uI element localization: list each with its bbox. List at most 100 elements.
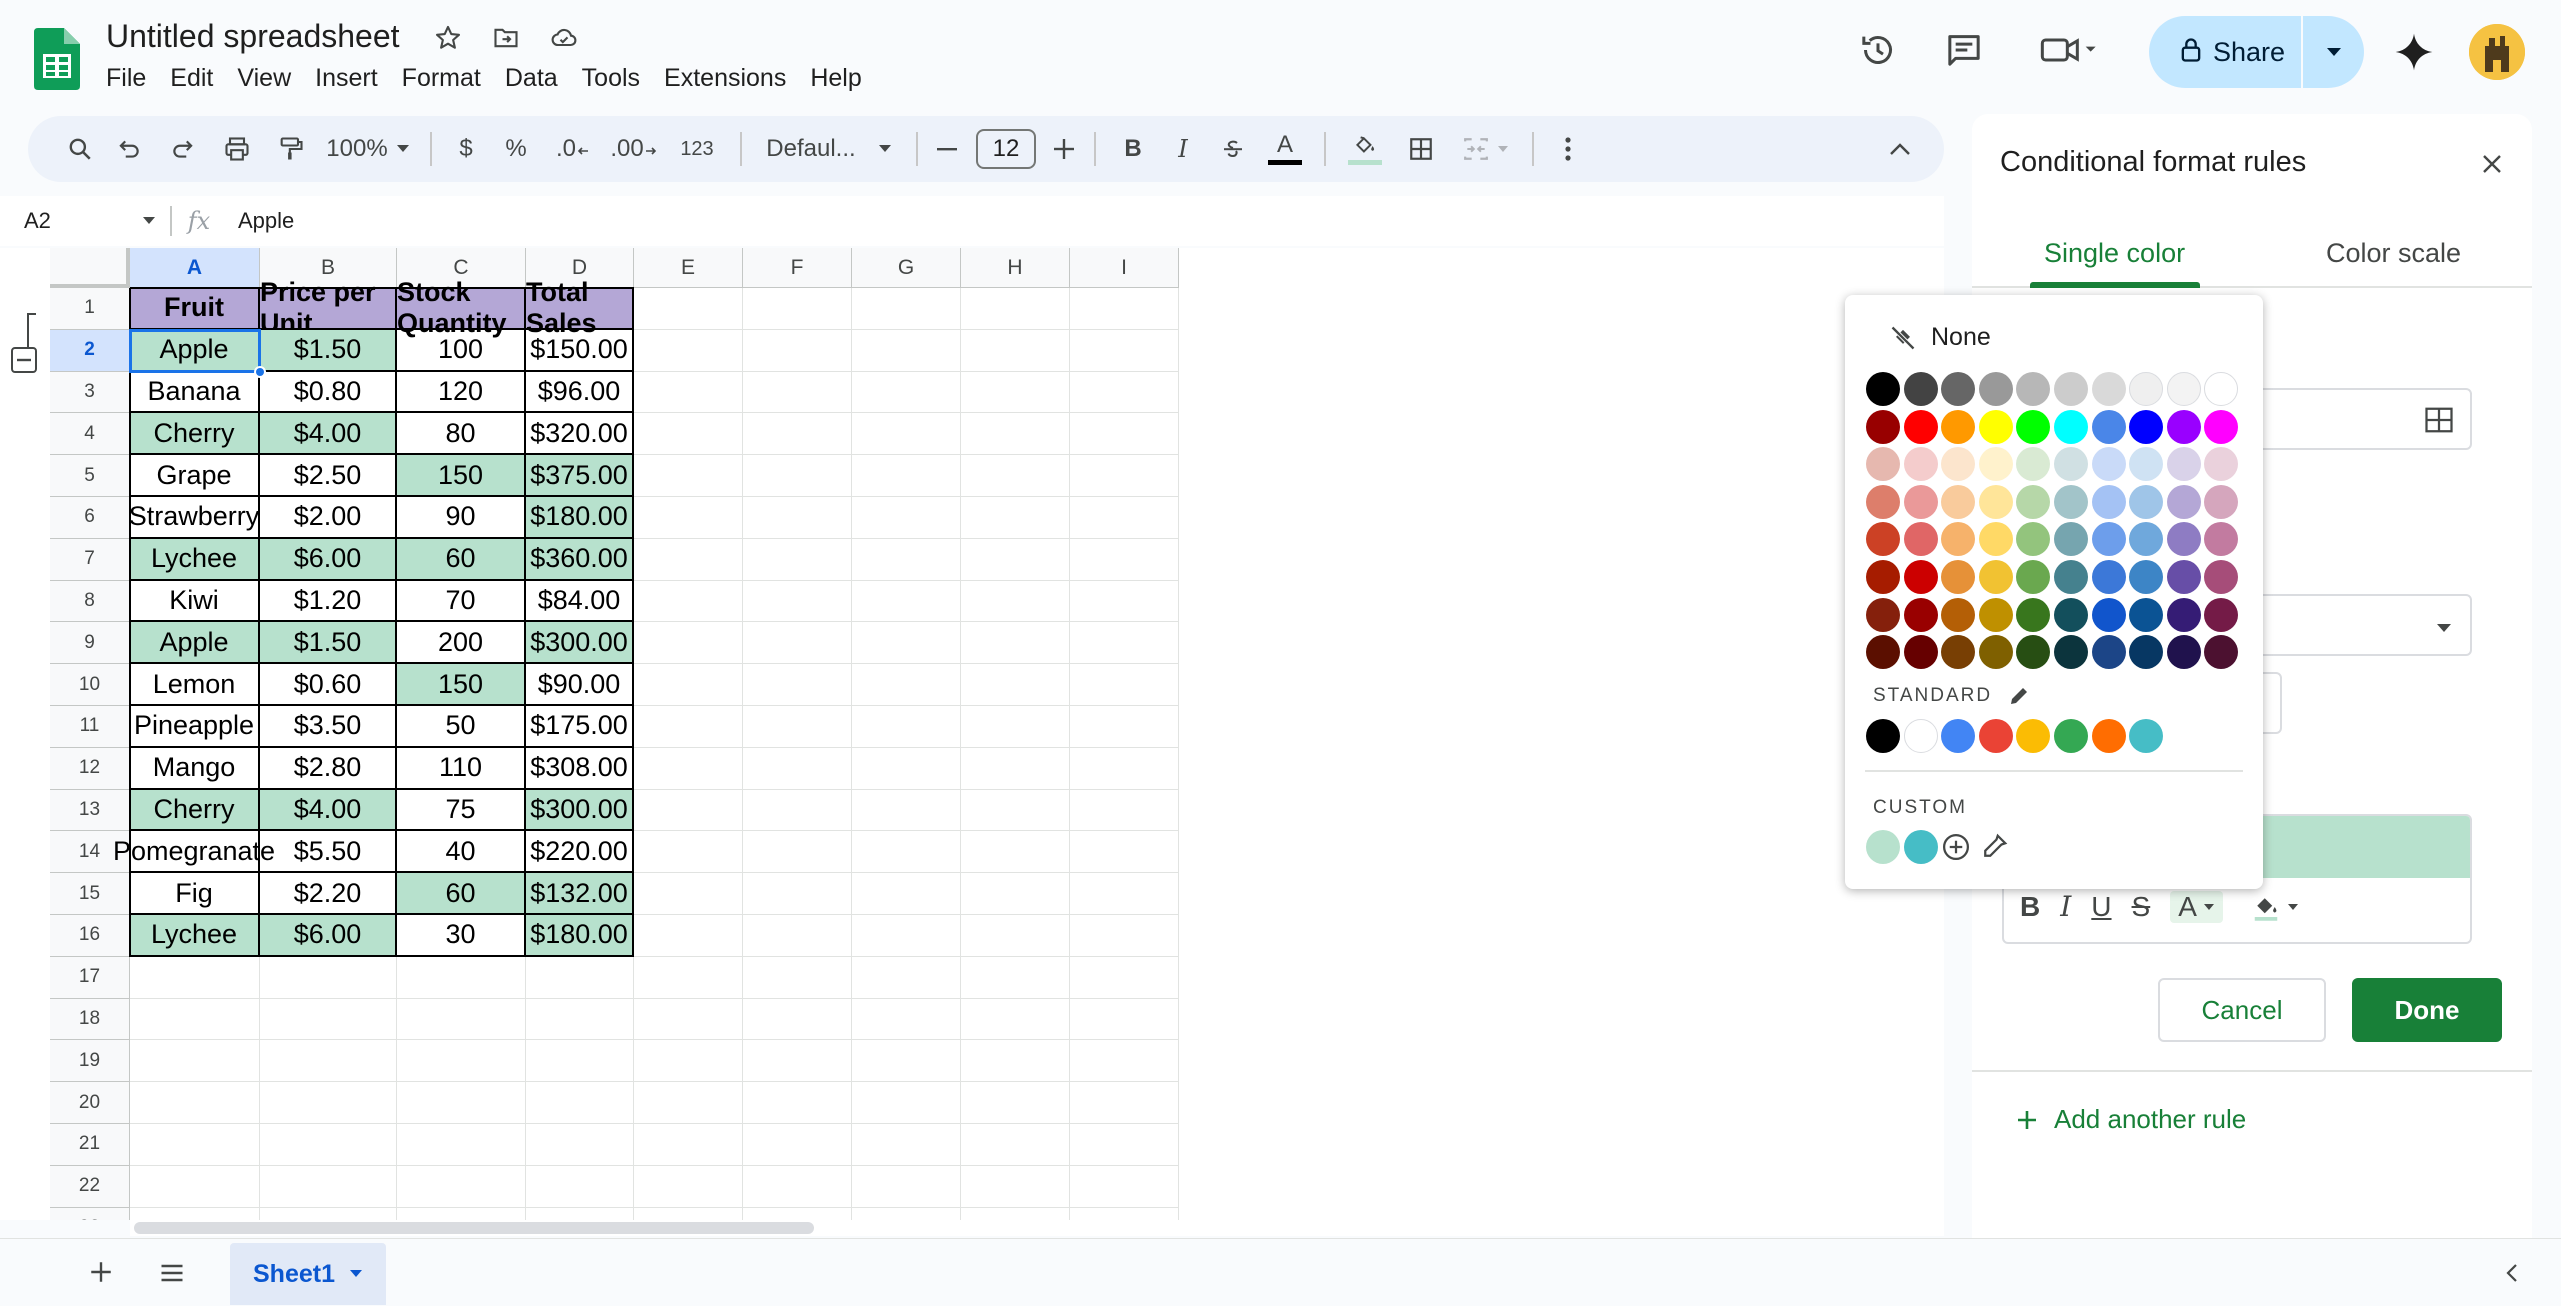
empty-cell[interactable] <box>1070 873 1179 915</box>
row-header[interactable]: 3 <box>50 371 130 414</box>
table-cell[interactable]: $3.50 <box>260 706 397 748</box>
format-currency-button[interactable]: $ <box>444 127 488 171</box>
table-cell[interactable]: $132.00 <box>526 873 634 915</box>
empty-cell[interactable] <box>1070 288 1179 330</box>
empty-cell[interactable] <box>1070 622 1179 665</box>
color-swatch[interactable] <box>1941 522 1976 557</box>
empty-cell[interactable] <box>852 998 961 1041</box>
sheet-tab-sheet1[interactable]: Sheet1 <box>230 1243 386 1305</box>
empty-cell[interactable] <box>961 580 1070 623</box>
empty-cell[interactable] <box>852 956 961 999</box>
empty-cell[interactable] <box>743 1040 852 1083</box>
table-header-cell[interactable]: Fruit <box>130 288 260 330</box>
table-cell[interactable]: Cherry <box>130 413 260 456</box>
color-swatch[interactable] <box>2091 597 2126 632</box>
empty-cell[interactable] <box>260 998 397 1041</box>
increase-font-size-icon[interactable] <box>1046 127 1082 171</box>
empty-cell[interactable] <box>634 831 743 874</box>
color-swatch[interactable] <box>2129 484 2164 519</box>
merge-cells-icon[interactable] <box>1450 127 1520 171</box>
empty-cell[interactable] <box>852 622 961 665</box>
empty-cell[interactable] <box>961 1082 1070 1124</box>
table-cell[interactable]: $5.50 <box>260 831 397 874</box>
tab-color-scale[interactable]: Color scale <box>2326 238 2461 269</box>
row-header[interactable]: 17 <box>50 956 130 999</box>
color-swatch[interactable] <box>2091 372 2126 406</box>
empty-cell[interactable] <box>743 622 852 665</box>
edit-pencil-icon[interactable] <box>2008 685 2030 707</box>
star-icon[interactable] <box>430 20 466 56</box>
font-size-input[interactable]: 12 <box>976 129 1036 169</box>
empty-cell[interactable] <box>634 329 743 372</box>
table-cell[interactable]: $175.00 <box>526 706 634 748</box>
empty-cell[interactable] <box>961 455 1070 497</box>
empty-cell[interactable] <box>634 288 743 330</box>
table-cell[interactable]: 100 <box>397 329 526 372</box>
empty-cell[interactable] <box>852 329 961 372</box>
empty-cell[interactable] <box>743 538 852 581</box>
empty-cell[interactable] <box>743 413 852 456</box>
table-cell[interactable]: $300.00 <box>526 622 634 665</box>
empty-cell[interactable] <box>260 1124 397 1166</box>
column-header-g[interactable]: G <box>852 248 961 288</box>
empty-cell[interactable] <box>961 789 1070 832</box>
empty-cell[interactable] <box>260 956 397 999</box>
empty-cell[interactable] <box>1070 789 1179 832</box>
empty-cell[interactable] <box>961 998 1070 1041</box>
standard-color-swatch[interactable] <box>2091 719 2126 753</box>
add-another-rule-button[interactable]: Add another rule <box>2016 1104 2246 1135</box>
row-header[interactable]: 6 <box>50 497 130 539</box>
table-cell[interactable]: $320.00 <box>526 413 634 456</box>
empty-cell[interactable] <box>852 915 961 957</box>
empty-cell[interactable] <box>743 580 852 623</box>
empty-cell[interactable] <box>1070 956 1179 999</box>
no-color-option[interactable]: None <box>1889 323 1991 352</box>
show-side-panel-icon[interactable] <box>2502 1261 2522 1290</box>
empty-cell[interactable] <box>634 873 743 915</box>
empty-cell[interactable] <box>397 1207 526 1220</box>
column-header-f[interactable]: F <box>743 248 852 288</box>
empty-cell[interactable] <box>526 998 634 1041</box>
table-cell[interactable]: $90.00 <box>526 664 634 706</box>
color-swatch[interactable] <box>1978 372 2013 406</box>
share-dropdown-icon[interactable] <box>2303 46 2364 58</box>
table-cell[interactable]: $220.00 <box>526 831 634 874</box>
color-swatch[interactable] <box>2016 522 2051 557</box>
color-swatch[interactable] <box>1866 635 1900 670</box>
empty-cell[interactable] <box>526 1207 634 1220</box>
paint-format-icon[interactable] <box>264 127 318 171</box>
standard-color-swatch[interactable] <box>2016 719 2051 753</box>
empty-cell[interactable] <box>526 1124 634 1166</box>
empty-cell[interactable] <box>743 371 852 414</box>
table-cell[interactable]: 40 <box>397 831 526 874</box>
table-cell[interactable]: 70 <box>397 580 526 623</box>
table-cell[interactable]: Pineapple <box>130 706 260 748</box>
done-button[interactable]: Done <box>2352 978 2502 1042</box>
color-swatch[interactable] <box>2091 522 2126 557</box>
empty-cell[interactable] <box>634 580 743 623</box>
color-swatch[interactable] <box>1866 597 1900 632</box>
table-header-cell[interactable]: Stock Quantity <box>397 277 526 338</box>
color-swatch[interactable] <box>1941 447 1976 482</box>
table-cell[interactable]: $2.50 <box>260 455 397 497</box>
row-header[interactable]: 15 <box>50 873 130 915</box>
table-cell[interactable]: $150.00 <box>526 329 634 372</box>
table-cell[interactable]: 200 <box>397 622 526 665</box>
empty-cell[interactable] <box>130 1207 260 1220</box>
fill-handle[interactable] <box>254 365 266 378</box>
color-swatch[interactable] <box>2129 635 2164 670</box>
text-color-button[interactable]: A <box>1258 127 1312 171</box>
empty-cell[interactable] <box>743 998 852 1041</box>
color-swatch[interactable] <box>2204 597 2239 632</box>
color-swatch[interactable] <box>1903 484 1938 519</box>
table-cell[interactable]: $2.00 <box>260 497 397 539</box>
color-swatch[interactable] <box>1978 597 2013 632</box>
color-swatch[interactable] <box>2204 409 2239 444</box>
color-swatch[interactable] <box>2054 522 2088 557</box>
empty-cell[interactable] <box>852 873 961 915</box>
style-italic-button[interactable]: I <box>2060 890 2071 923</box>
color-swatch[interactable] <box>1941 597 1976 632</box>
empty-cell[interactable] <box>961 706 1070 748</box>
row-header[interactable]: 23 <box>50 1207 130 1220</box>
empty-cell[interactable] <box>634 622 743 665</box>
